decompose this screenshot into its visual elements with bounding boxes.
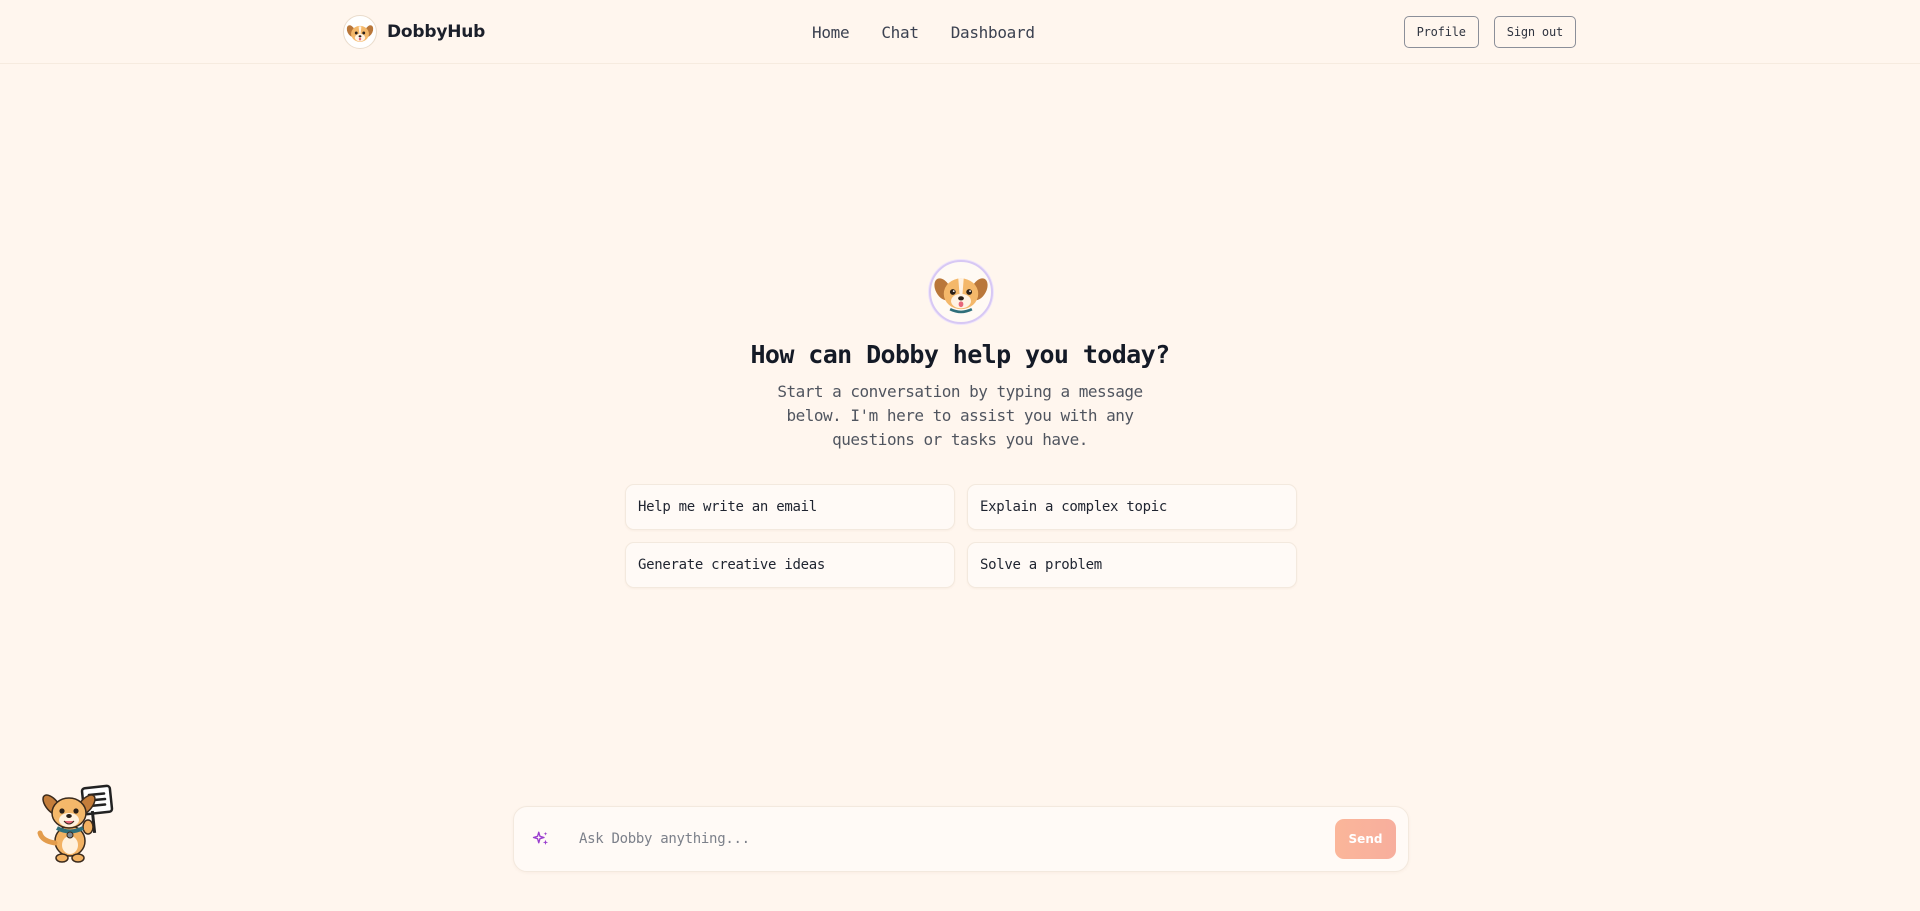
dog-face-icon: [343, 15, 377, 49]
brand-link[interactable]: DobbyHub: [343, 15, 485, 49]
dog-mascot-with-sign-icon[interactable]: [30, 783, 116, 863]
sign-out-button[interactable]: Sign out: [1493, 16, 1576, 48]
nav-chat[interactable]: Chat: [881, 23, 919, 42]
page: DobbyHub Home Chat Dashboard Profile Sig…: [0, 0, 1920, 911]
hero-subtitle: Start a conversation by typing a message…: [777, 382, 1143, 449]
sparkles-icon[interactable]: [532, 830, 550, 848]
header-actions: Profile Sign out: [1403, 16, 1576, 48]
send-button[interactable]: Send: [1335, 819, 1396, 859]
main-nav: Home Chat Dashboard: [812, 20, 1035, 44]
dog-face-icon: [934, 278, 988, 314]
profile-button[interactable]: Profile: [1403, 16, 1479, 48]
hero-title: How can Dobby help you today?: [750, 340, 1170, 369]
message-composer: Send: [513, 806, 1409, 872]
suggestion-write-email[interactable]: Help me write an email: [625, 484, 955, 530]
message-input[interactable]: [569, 818, 1337, 860]
suggestion-grid: Help me write an email Explain a complex…: [625, 484, 1297, 588]
dobby-avatar: [929, 260, 993, 324]
brand-name: DobbyHub: [387, 22, 486, 42]
suggestion-explain-topic[interactable]: Explain a complex topic: [967, 484, 1297, 530]
suggestion-creative-ideas[interactable]: Generate creative ideas: [625, 542, 955, 588]
nav-home[interactable]: Home: [812, 23, 850, 42]
nav-dashboard[interactable]: Dashboard: [951, 23, 1035, 42]
suggestion-solve-problem[interactable]: Solve a problem: [967, 542, 1297, 588]
top-header: DobbyHub Home Chat Dashboard Profile Sig…: [0, 0, 1920, 64]
